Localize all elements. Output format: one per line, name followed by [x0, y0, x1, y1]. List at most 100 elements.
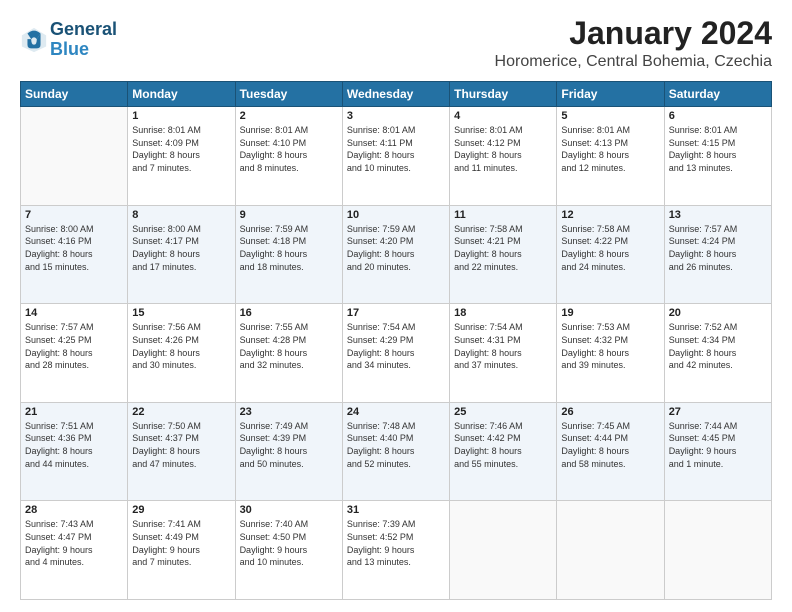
calendar-cell: 11Sunrise: 7:58 AM Sunset: 4:21 PM Dayli… [450, 205, 557, 304]
calendar-cell [664, 501, 771, 600]
calendar-cell: 7 Sunrise: 8:00 AM Sunset: 4:16 PM Daylig… [21, 205, 128, 304]
calendar-week-row: 14 Sunrise: 7:57 AM Sunset: 4:25 PM Dayli… [21, 304, 772, 403]
calendar-cell: 20 Sunrise: 7:52 AM Sunset: 4:34 PM Dayli… [664, 304, 771, 403]
calendar-table: SundayMondayTuesdayWednesdayThursdayFrid… [20, 81, 772, 600]
calendar-day-header: Monday [128, 82, 235, 107]
calendar-day-header: Thursday [450, 82, 557, 107]
day-number: 31 [347, 504, 445, 516]
day-number: 3 [347, 110, 445, 122]
day-info: Sunrise: 7:50 AM Sunset: 4:37 PM Dayligh… [132, 420, 230, 470]
day-number: 26 [561, 406, 659, 418]
calendar-week-row: 21Sunrise: 7:51 AM Sunset: 4:36 PM Dayli… [21, 402, 772, 501]
calendar-cell: 14 Sunrise: 7:57 AM Sunset: 4:25 PM Dayli… [21, 304, 128, 403]
day-number: 12 [561, 209, 659, 221]
day-number: 22 [132, 406, 230, 418]
day-number: 23 [240, 406, 338, 418]
calendar-cell: 21Sunrise: 7:51 AM Sunset: 4:36 PM Dayli… [21, 402, 128, 501]
day-info: Sunrise: 7:40 AM Sunset: 4:50 PM Dayligh… [240, 518, 338, 568]
day-info: Sunrise: 7:49 AM Sunset: 4:39 PM Dayligh… [240, 420, 338, 470]
day-info: Sunrise: 7:52 AM Sunset: 4:34 PM Dayligh… [669, 321, 767, 371]
calendar-week-row: 28 Sunrise: 7:43 AM Sunset: 4:47 PM Dayli… [21, 501, 772, 600]
day-number: 4 [454, 110, 552, 122]
logo-text: General Blue [50, 20, 117, 60]
day-number: 16 [240, 307, 338, 319]
calendar-cell: 13Sunrise: 7:57 AM Sunset: 4:24 PM Dayli… [664, 205, 771, 304]
calendar-cell: 23 Sunrise: 7:49 AM Sunset: 4:39 PM Dayli… [235, 402, 342, 501]
day-info: Sunrise: 8:01 AM Sunset: 4:11 PM Dayligh… [347, 124, 445, 174]
calendar-cell: 25 Sunrise: 7:46 AM Sunset: 4:42 PM Dayli… [450, 402, 557, 501]
calendar-cell: 8 Sunrise: 8:00 AM Sunset: 4:17 PM Daylig… [128, 205, 235, 304]
day-number: 1 [132, 110, 230, 122]
logo: General Blue [20, 20, 117, 60]
calendar-cell: 3 Sunrise: 8:01 AM Sunset: 4:11 PM Daylig… [342, 107, 449, 206]
day-number: 6 [669, 110, 767, 122]
day-number: 18 [454, 307, 552, 319]
day-number: 14 [25, 307, 123, 319]
calendar-cell: 24 Sunrise: 7:48 AM Sunset: 4:40 PM Dayli… [342, 402, 449, 501]
day-number: 2 [240, 110, 338, 122]
day-info: Sunrise: 8:00 AM Sunset: 4:16 PM Dayligh… [25, 223, 123, 273]
day-info: Sunrise: 7:48 AM Sunset: 4:40 PM Dayligh… [347, 420, 445, 470]
calendar-cell: 18 Sunrise: 7:54 AM Sunset: 4:31 PM Dayli… [450, 304, 557, 403]
day-info: Sunrise: 7:57 AM Sunset: 4:25 PM Dayligh… [25, 321, 123, 371]
calendar-day-header: Saturday [664, 82, 771, 107]
calendar-cell [557, 501, 664, 600]
day-number: 15 [132, 307, 230, 319]
day-info: Sunrise: 8:00 AM Sunset: 4:17 PM Dayligh… [132, 223, 230, 273]
calendar-cell: 17 Sunrise: 7:54 AM Sunset: 4:29 PM Dayli… [342, 304, 449, 403]
location-title: Horomerice, Central Bohemia, Czechia [495, 53, 772, 71]
calendar-cell: 15 Sunrise: 7:56 AM Sunset: 4:26 PM Dayli… [128, 304, 235, 403]
title-block: January 2024 Horomerice, Central Bohemia… [495, 16, 772, 71]
day-number: 28 [25, 504, 123, 516]
calendar-cell: 16 Sunrise: 7:55 AM Sunset: 4:28 PM Dayli… [235, 304, 342, 403]
day-number: 24 [347, 406, 445, 418]
calendar-cell: 9Sunrise: 7:59 AM Sunset: 4:18 PM Daylig… [235, 205, 342, 304]
calendar-cell: 26Sunrise: 7:45 AM Sunset: 4:44 PM Dayli… [557, 402, 664, 501]
day-info: Sunrise: 7:56 AM Sunset: 4:26 PM Dayligh… [132, 321, 230, 371]
day-info: Sunrise: 8:01 AM Sunset: 4:12 PM Dayligh… [454, 124, 552, 174]
calendar-cell: 1Sunrise: 8:01 AM Sunset: 4:09 PM Daylig… [128, 107, 235, 206]
day-number: 19 [561, 307, 659, 319]
calendar-cell: 30 Sunrise: 7:40 AM Sunset: 4:50 PM Dayli… [235, 501, 342, 600]
day-number: 20 [669, 307, 767, 319]
calendar-cell: 22 Sunrise: 7:50 AM Sunset: 4:37 PM Dayli… [128, 402, 235, 501]
day-number: 17 [347, 307, 445, 319]
calendar-cell: 28 Sunrise: 7:43 AM Sunset: 4:47 PM Dayli… [21, 501, 128, 600]
day-info: Sunrise: 7:59 AM Sunset: 4:20 PM Dayligh… [347, 223, 445, 273]
calendar-header-row: SundayMondayTuesdayWednesdayThursdayFrid… [21, 82, 772, 107]
day-info: Sunrise: 8:01 AM Sunset: 4:15 PM Dayligh… [669, 124, 767, 174]
day-info: Sunrise: 7:58 AM Sunset: 4:22 PM Dayligh… [561, 223, 659, 273]
day-number: 25 [454, 406, 552, 418]
day-number: 5 [561, 110, 659, 122]
day-info: Sunrise: 7:44 AM Sunset: 4:45 PM Dayligh… [669, 420, 767, 470]
day-number: 11 [454, 209, 552, 221]
calendar-cell: 10 Sunrise: 7:59 AM Sunset: 4:20 PM Dayli… [342, 205, 449, 304]
day-info: Sunrise: 7:54 AM Sunset: 4:29 PM Dayligh… [347, 321, 445, 371]
day-info: Sunrise: 7:54 AM Sunset: 4:31 PM Dayligh… [454, 321, 552, 371]
day-info: Sunrise: 7:39 AM Sunset: 4:52 PM Dayligh… [347, 518, 445, 568]
month-title: January 2024 [495, 16, 772, 51]
day-info: Sunrise: 7:59 AM Sunset: 4:18 PM Dayligh… [240, 223, 338, 273]
day-info: Sunrise: 7:55 AM Sunset: 4:28 PM Dayligh… [240, 321, 338, 371]
day-info: Sunrise: 7:57 AM Sunset: 4:24 PM Dayligh… [669, 223, 767, 273]
header: General Blue January 2024 Horomerice, Ce… [20, 16, 772, 71]
day-number: 10 [347, 209, 445, 221]
calendar-day-header: Sunday [21, 82, 128, 107]
day-info: Sunrise: 8:01 AM Sunset: 4:10 PM Dayligh… [240, 124, 338, 174]
calendar-cell: 6 Sunrise: 8:01 AM Sunset: 4:15 PM Daylig… [664, 107, 771, 206]
calendar-cell: 29Sunrise: 7:41 AM Sunset: 4:49 PM Dayli… [128, 501, 235, 600]
calendar-week-row: 1Sunrise: 8:01 AM Sunset: 4:09 PM Daylig… [21, 107, 772, 206]
calendar-cell: 4 Sunrise: 8:01 AM Sunset: 4:12 PM Daylig… [450, 107, 557, 206]
day-info: Sunrise: 7:43 AM Sunset: 4:47 PM Dayligh… [25, 518, 123, 568]
day-info: Sunrise: 7:41 AM Sunset: 4:49 PM Dayligh… [132, 518, 230, 568]
page: General Blue January 2024 Horomerice, Ce… [0, 0, 792, 612]
day-info: Sunrise: 7:46 AM Sunset: 4:42 PM Dayligh… [454, 420, 552, 470]
calendar-cell: 2 Sunrise: 8:01 AM Sunset: 4:10 PM Daylig… [235, 107, 342, 206]
day-number: 7 [25, 209, 123, 221]
calendar-cell: 31 Sunrise: 7:39 AM Sunset: 4:52 PM Dayli… [342, 501, 449, 600]
day-number: 8 [132, 209, 230, 221]
calendar-day-header: Tuesday [235, 82, 342, 107]
day-info: Sunrise: 7:53 AM Sunset: 4:32 PM Dayligh… [561, 321, 659, 371]
day-number: 30 [240, 504, 338, 516]
calendar-cell: 12 Sunrise: 7:58 AM Sunset: 4:22 PM Dayli… [557, 205, 664, 304]
